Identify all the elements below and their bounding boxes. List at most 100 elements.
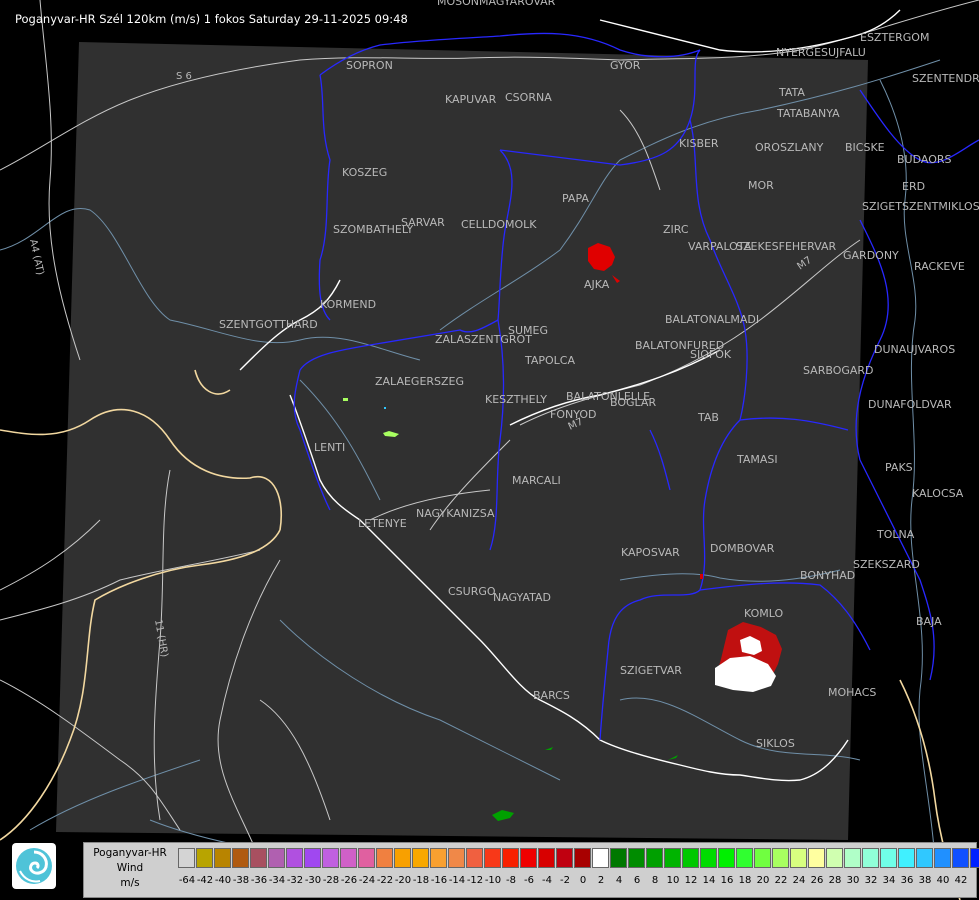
city-label: PAPA (562, 192, 589, 205)
legend-tick-label: 4 (615, 875, 623, 886)
city-label: TATA (778, 86, 805, 99)
legend-swatch (322, 848, 339, 868)
city-label: RACKEVE (914, 260, 965, 273)
legend-swatch (952, 848, 969, 868)
legend-tick-label: 36 (900, 875, 914, 886)
legend-swatch (394, 848, 411, 868)
legend-label-product: Wind (116, 862, 144, 874)
legend-swatch (736, 848, 753, 868)
legend-swatch (412, 848, 429, 868)
city-label: KAPUVAR (445, 93, 497, 106)
legend-swatch (304, 848, 321, 868)
legend-tick-label: -34 (268, 875, 286, 886)
legend-tick-label: 10 (666, 875, 680, 886)
city-label: TATABANYA (776, 107, 840, 120)
legend-tick-label: -14 (448, 875, 466, 886)
city-label: KISBER (679, 137, 719, 150)
legend-swatch (538, 848, 555, 868)
legend-swatch (646, 848, 663, 868)
legend-label: Poganyvar-HR Wind m/s (86, 846, 174, 894)
legend-tick-label: -36 (250, 875, 268, 886)
legend-swatch (196, 848, 213, 868)
legend-label-source: Poganyvar-HR (93, 847, 167, 859)
city-label: NYERGESUJFALU (776, 46, 866, 59)
city-label: ZIRC (663, 223, 689, 236)
city-label: LENTI (314, 441, 345, 454)
legend-tick-label: 28 (828, 875, 842, 886)
city-label: KOSZEG (342, 166, 387, 179)
legend-swatch (754, 848, 771, 868)
color-legend: Poganyvar-HR Wind m/s -64 -42 -40 -38 -36 -34… (83, 842, 979, 898)
city-label: DOMBOVAR (710, 542, 775, 555)
legend-swatch (700, 848, 717, 868)
map-title: Poganyvar-HR Szél 120km (m/s) 1 fokos Sa… (15, 12, 408, 26)
city-label: MARCALI (512, 474, 561, 487)
legend-swatch (358, 848, 375, 868)
legend-tick-label: 22 (774, 875, 788, 886)
legend-swatch (970, 848, 979, 868)
legend-swatch (592, 848, 609, 868)
legend-tick-label: 30 (846, 875, 860, 886)
legend-tick-label: 18 (738, 875, 752, 886)
legend-swatch (844, 848, 861, 868)
legend-tick-label: 34 (882, 875, 896, 886)
city-label: BALATONALMADI (665, 313, 759, 326)
legend-swatch (214, 848, 231, 868)
city-label: NAGYATAD (493, 591, 551, 604)
city-label: SZIGETVAR (620, 664, 682, 677)
legend-tick-label: 42 (954, 875, 968, 886)
legend-swatch (556, 848, 573, 868)
city-label: NAGYKANIZSA (416, 507, 495, 520)
legend-tick-label: -24 (358, 875, 376, 886)
city-label: SZIGETSZENTMIKLOS (862, 200, 979, 213)
city-label: PAKS (885, 461, 913, 474)
legend-swatch (916, 848, 933, 868)
legend-tick-label: -18 (412, 875, 430, 886)
legend-tick-label: 2 (597, 875, 605, 886)
legend-swatch (790, 848, 807, 868)
legend-swatch (808, 848, 825, 868)
city-label: BAJA (916, 615, 942, 628)
legend-swatch (826, 848, 843, 868)
city-label: SOPRON (346, 59, 393, 72)
city-label: SZENTENDRE (912, 72, 979, 85)
legend-tick-label: 0 (579, 875, 587, 886)
legend-swatch (628, 848, 645, 868)
legend-ticks: -64 -42 -40 -38 -36 -34 -32 -30 -28 -26 -24 -22 -20-… (178, 875, 970, 891)
legend-swatch (448, 848, 465, 868)
legend-tick-label: -40 (214, 875, 232, 886)
city-label: MOHACS (828, 686, 876, 699)
legend-tick-label: -4 (542, 875, 552, 886)
legend-tick-label: 24 (792, 875, 806, 886)
legend-tick-label: 26 (810, 875, 824, 886)
legend-swatch (682, 848, 699, 868)
city-label: KAPOSVAR (621, 546, 680, 559)
legend-tick-label: 6 (633, 875, 641, 886)
legend-swatch (484, 848, 501, 868)
legend-swatch (610, 848, 627, 868)
legend-tick-label: -2 (560, 875, 570, 886)
legend-tick-label: 14 (702, 875, 716, 886)
legend-tick-label: 40 (936, 875, 950, 886)
legend-tick-label: -38 (232, 875, 250, 886)
legend-swatch (898, 848, 915, 868)
city-label: ERD (902, 180, 925, 193)
legend-swatch (664, 848, 681, 868)
city-label: BUDAORS (897, 153, 952, 166)
legend-swatch (178, 848, 195, 868)
legend-tick-label: 8 (651, 875, 659, 886)
city-label: ESZTERGOM (860, 31, 929, 44)
legend-tick-label: -16 (430, 875, 448, 886)
legend-tick-label: 16 (720, 875, 734, 886)
city-label: ZALAEGERSZEG (375, 375, 464, 388)
city-label: CSORNA (505, 91, 552, 104)
city-label: SIKLOS (756, 737, 795, 750)
city-label: SZEKESFEHERVAR (736, 240, 837, 253)
legend-swatch (340, 848, 357, 868)
legend-swatch (250, 848, 267, 868)
city-label: GYOR (610, 59, 641, 72)
city-label: KORMEND (320, 298, 376, 311)
city-label: DUNAUJVAROS (874, 343, 955, 356)
legend-tick-label: -28 (322, 875, 340, 886)
legend-swatch (376, 848, 393, 868)
